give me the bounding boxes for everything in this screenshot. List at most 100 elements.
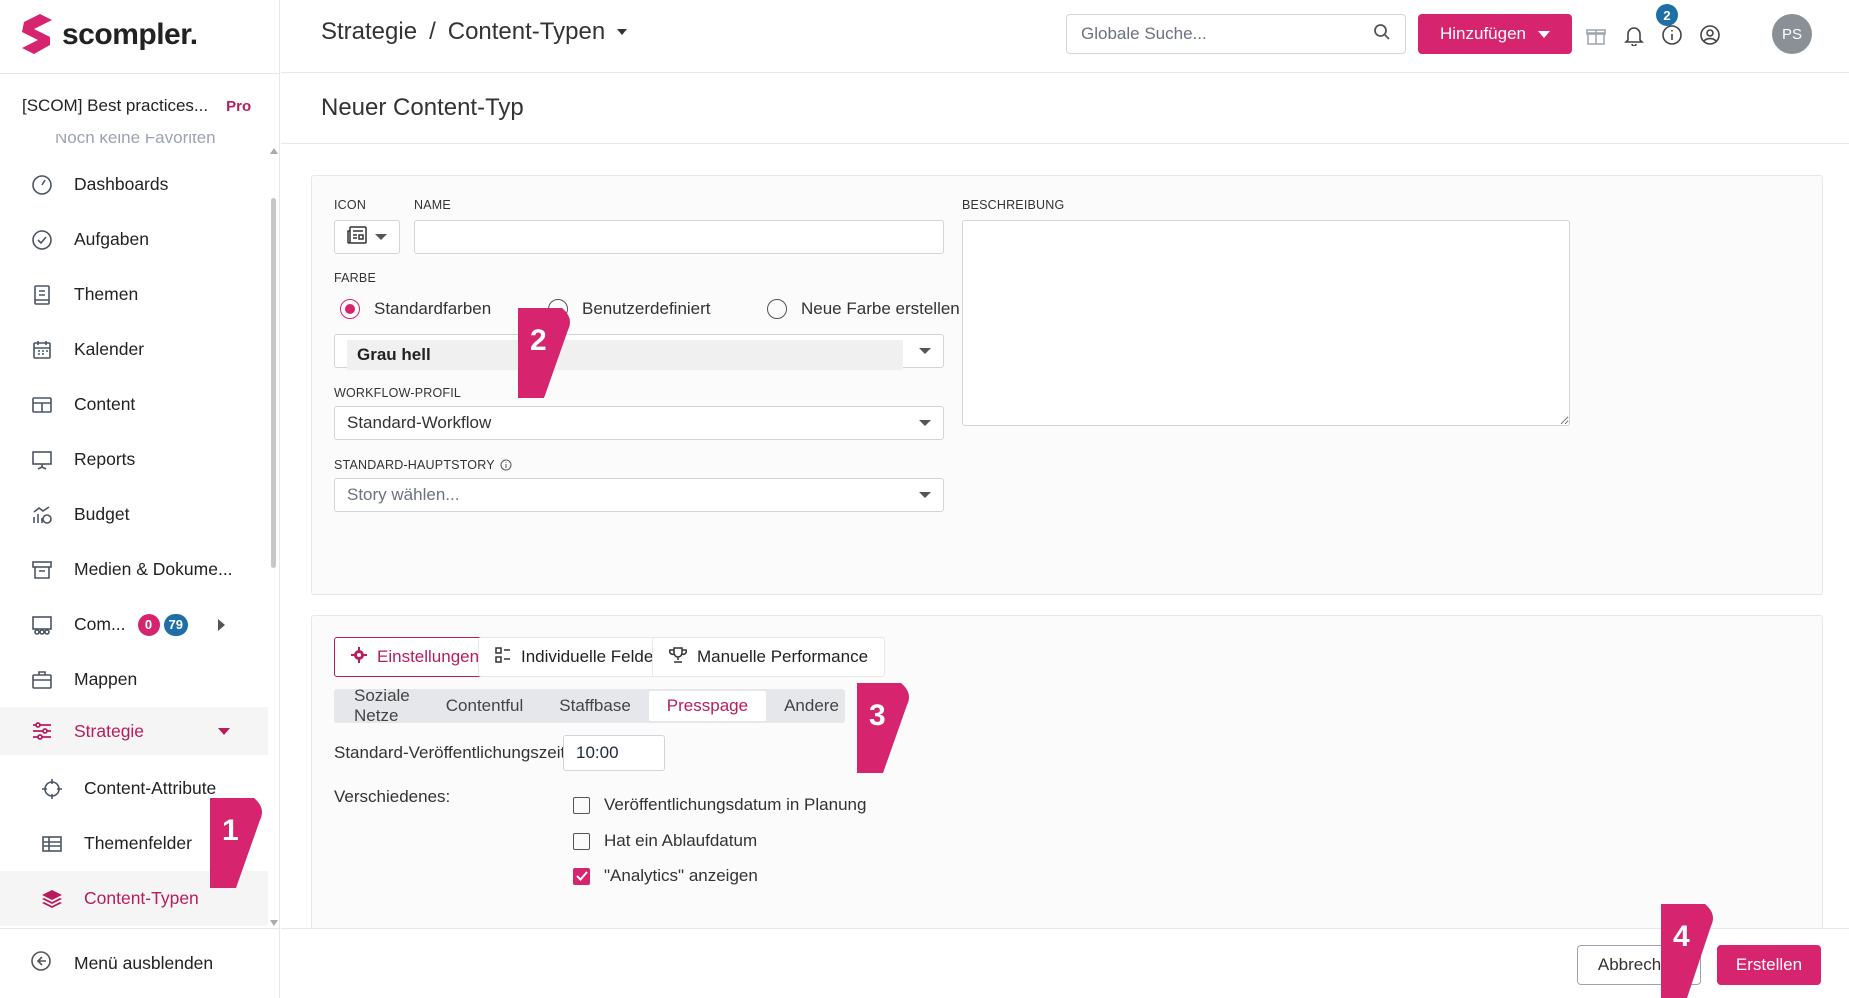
tab-einstellungen[interactable]: Einstellungen (334, 637, 497, 677)
breadcrumb-dropdown-icon[interactable] (617, 29, 628, 35)
color-option-label: Benutzerdefiniert (582, 299, 711, 318)
sidebar-item-content[interactable]: Content (0, 377, 268, 432)
user-avatar[interactable]: PS (1772, 14, 1812, 54)
add-button[interactable]: Hinzufügen (1418, 14, 1572, 54)
global-search[interactable] (1066, 14, 1406, 54)
checkbox-expiry-date[interactable]: Hat ein Ablaufdatum (573, 831, 757, 851)
sidebar-item-label: Themenfelder (84, 833, 192, 853)
color-selected-value: Grau hell (347, 340, 903, 370)
color-select[interactable]: Grau hell (334, 334, 944, 370)
chevron-down-icon[interactable] (218, 727, 230, 735)
sidebar-item-label: Aufgaben (74, 229, 149, 249)
presentation-icon (30, 448, 54, 472)
sidebar-item-label: Content-Typen (84, 888, 199, 908)
annotation-number: 2 (530, 324, 547, 357)
sidebar-item-label: Medien & Dokume... (74, 559, 233, 579)
community-icon (30, 613, 54, 637)
name-input[interactable] (414, 220, 944, 254)
workflow-select[interactable]: Standard-Workflow (334, 406, 944, 440)
sidebar-item-reports[interactable]: Reports (0, 432, 268, 487)
tab-individuelle-felder[interactable]: Individuelle Felder (478, 637, 676, 677)
checkbox-label: Veröffentlichungsdatum in Planung (604, 795, 867, 814)
description-textarea[interactable] (962, 220, 1570, 426)
sidebar-item-label: Mappen (74, 669, 138, 689)
workspace-plan-badge: Pro (226, 97, 252, 115)
sidebar-item-label: Kalender (74, 339, 145, 359)
community-badge-blue: 79 (163, 613, 189, 636)
sidebar-scrollbar[interactable] (270, 148, 278, 926)
breadcrumb-current[interactable]: Content-Typen (448, 18, 605, 46)
icon-picker[interactable] (334, 220, 400, 254)
hide-menu-label: Menü ausblenden (74, 953, 214, 973)
info-icon[interactable] (1659, 22, 1685, 48)
sidebar-item-strategie[interactable]: Strategie (0, 707, 268, 755)
story-select[interactable]: Story wählen... (334, 478, 944, 512)
crosshair-icon (40, 777, 64, 801)
icon-label: ICON (334, 198, 367, 212)
checkbox-show-analytics[interactable]: "Analytics" anzeigen (573, 866, 758, 886)
sidebar-item-dashboards[interactable]: Dashboards (0, 157, 268, 212)
add-button-label: Hinzufügen (1439, 24, 1526, 43)
breadcrumb-parent[interactable]: Strategie (321, 18, 417, 46)
page-header: Neuer Content-Typ (281, 74, 1849, 144)
settings-card: Einstellungen Individuelle Felder Manuel… (311, 615, 1823, 928)
sidebar-item-aufgaben[interactable]: Aufgaben (0, 212, 268, 267)
calendar-icon (30, 338, 54, 362)
top-bar: Strategie / Content-Typen Hinzufügen 2 P… (281, 0, 1849, 73)
create-button[interactable]: Erstellen (1717, 945, 1821, 985)
checkbox-checked-icon (573, 867, 590, 885)
tab-manuelle-performance[interactable]: Manuelle Performance (652, 637, 886, 677)
annotation-number: 3 (869, 699, 886, 732)
sidebar-item-kalender[interactable]: Kalender (0, 322, 268, 377)
sidebar-item-label: Budget (74, 504, 130, 524)
integration-subtabs: Soziale Netze Contentful Staffbase Press… (334, 686, 845, 725)
info-icon[interactable] (500, 459, 512, 471)
chart-coins-icon (30, 503, 54, 527)
color-option-standard[interactable]: Standardfarben (340, 299, 491, 319)
checkbox-icon (573, 832, 590, 850)
sidebar-item-community[interactable]: Com... 0 79 (0, 597, 268, 652)
subtab-andere[interactable]: Andere (766, 691, 857, 721)
radio-selected-icon (340, 299, 360, 319)
color-label: FARBE (334, 271, 376, 285)
gauge-icon (30, 173, 54, 197)
chevron-right-icon[interactable] (218, 618, 226, 631)
gift-icon[interactable] (1583, 22, 1609, 48)
form-footer: Abbrechen Erstellen (281, 928, 1849, 998)
hide-menu-button[interactable]: Menü ausblenden (0, 928, 280, 998)
sliders-icon (30, 719, 54, 743)
sidebar-item-label: Content-Attribute (84, 778, 217, 798)
sidebar-item-budget[interactable]: Budget (0, 487, 268, 542)
page-title: Neuer Content-Typ (321, 94, 524, 121)
subtab-contentful[interactable]: Contentful (428, 691, 542, 721)
sidebar-item-medien[interactable]: Medien & Dokume... (0, 542, 268, 597)
breadcrumb: Strategie / Content-Typen (321, 18, 628, 46)
support-icon[interactable] (1697, 22, 1723, 48)
workspace-name: [SCOM] Best practices... (22, 96, 209, 115)
search-icon[interactable] (1373, 23, 1391, 46)
story-label-row: STANDARD-HAUPTSTORY (334, 458, 512, 472)
description-label: BESCHREIBUNG (962, 198, 1065, 212)
publish-time-input[interactable]: 10:00 (563, 735, 665, 771)
annotation-marker-1: 1 (210, 798, 262, 888)
check-circle-icon (30, 228, 54, 252)
checkbox-publish-date-planning[interactable]: Veröffentlichungsdatum in Planung (573, 795, 866, 815)
sidebar-item-themen[interactable]: Themen (0, 267, 268, 322)
color-option-new[interactable]: Neue Farbe erstellen (767, 299, 960, 319)
scompler-logo[interactable]: scompler. (20, 10, 198, 60)
bell-icon[interactable] (1621, 22, 1647, 48)
search-input[interactable] (1081, 24, 1373, 44)
workspace-switcher[interactable]: [SCOM] Best practices... Pro (22, 96, 251, 116)
story-placeholder: Story wählen... (347, 485, 460, 504)
sidebar-item-mappen[interactable]: Mappen (0, 652, 268, 707)
layers-icon (40, 887, 64, 911)
chevron-down-icon (1538, 30, 1550, 38)
subtab-presspage[interactable]: Presspage (648, 691, 767, 721)
annotation-number: 4 (1673, 920, 1690, 953)
color-option-label: Standardfarben (374, 299, 492, 318)
chevron-down-icon (919, 420, 931, 426)
subtab-staffbase[interactable]: Staffbase (541, 691, 649, 721)
annotation-number: 1 (222, 814, 239, 847)
briefcase-icon (30, 668, 54, 692)
subtab-soziale-netze[interactable]: Soziale Netze (336, 686, 428, 725)
